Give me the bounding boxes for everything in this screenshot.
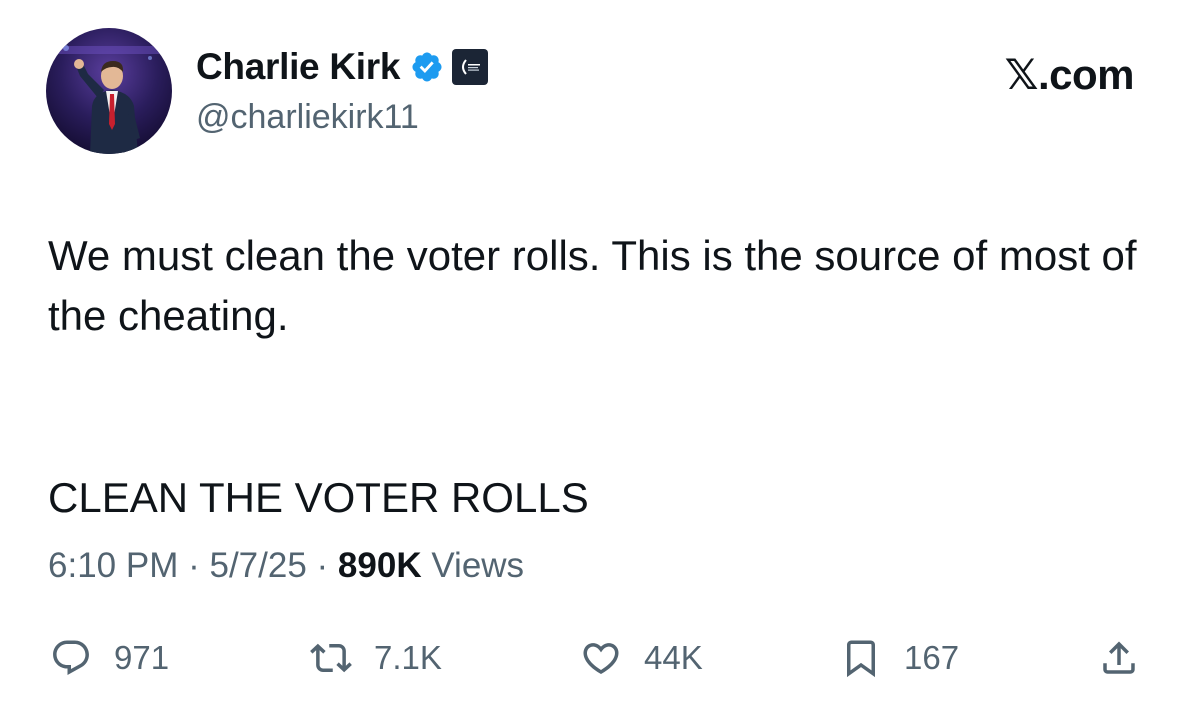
tweet-text-paragraph-1: We must clean the voter rolls. This is t… xyxy=(48,232,1137,339)
tweet-card: Charlie Kirk @charliekirk11 𝕏.com We mus… xyxy=(0,0,1200,708)
views-count: 890K xyxy=(337,546,422,585)
reply-icon xyxy=(50,637,92,679)
bookmark-count: 167 xyxy=(904,639,960,676)
share-icon xyxy=(1098,637,1140,679)
like-button[interactable]: 44K xyxy=(580,630,703,686)
like-count: 44K xyxy=(644,639,703,676)
meta-separator: · xyxy=(188,546,210,585)
reply-count: 971 xyxy=(114,639,170,676)
tweet-time[interactable]: 6:10 PM xyxy=(48,546,178,585)
repost-count: 7.1K xyxy=(374,639,442,676)
affiliation-badge-icon[interactable] xyxy=(452,49,489,85)
reply-button[interactable]: 971 xyxy=(50,630,169,686)
tweet-date[interactable]: 5/7/25 xyxy=(209,546,306,585)
bookmark-icon xyxy=(840,637,882,679)
avatar[interactable] xyxy=(46,28,172,154)
tweet-text-paragraph-2: CLEAN THE VOTER ROLLS xyxy=(48,474,589,521)
x-logo: 𝕏.com xyxy=(1004,51,1135,98)
views-label: Views xyxy=(431,546,525,585)
heart-icon xyxy=(580,637,622,679)
action-bar: 971 7.1K 44K 167 xyxy=(0,630,1200,686)
repost-button[interactable]: 7.1K xyxy=(310,630,442,686)
avatar-image xyxy=(46,28,172,154)
share-button[interactable] xyxy=(1098,630,1140,686)
repost-icon xyxy=(310,637,352,679)
tweet-meta: 6:10 PM · 5/7/25 · 890K Views xyxy=(48,546,524,586)
meta-separator: · xyxy=(316,546,338,585)
author-handle[interactable]: @charliekirk11 xyxy=(196,98,419,137)
tweet-text: We must clean the voter rolls. This is t… xyxy=(48,226,1158,528)
author-name-row: Charlie Kirk xyxy=(196,44,489,90)
verified-badge-icon xyxy=(410,50,444,84)
bookmark-button[interactable]: 167 xyxy=(840,630,959,686)
author-display-name[interactable]: Charlie Kirk xyxy=(196,46,400,88)
